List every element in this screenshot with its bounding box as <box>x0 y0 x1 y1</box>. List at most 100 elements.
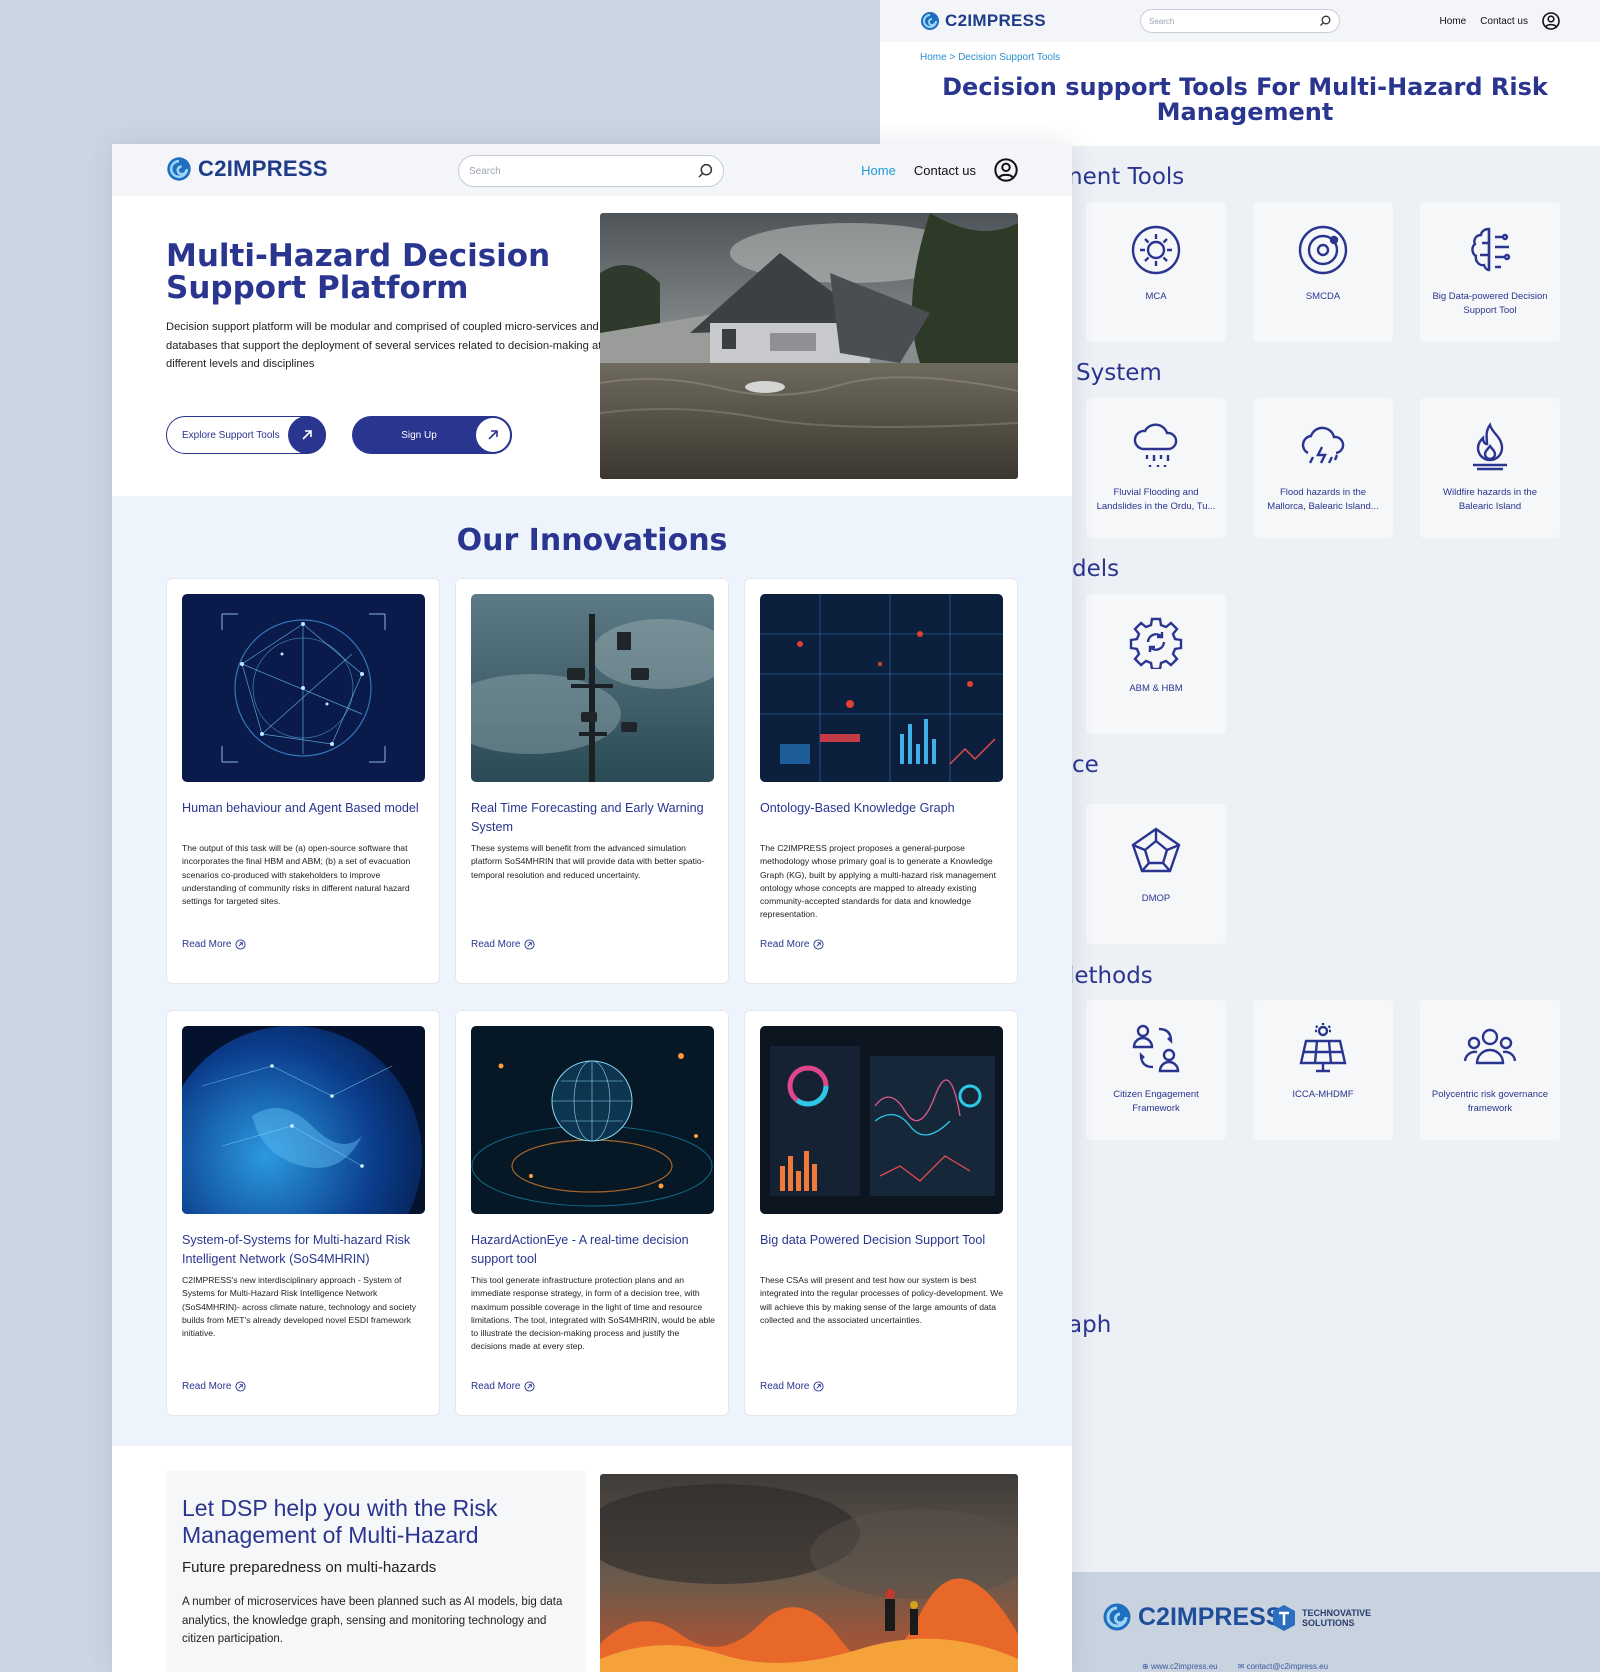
tool-label: DMOP <box>1141 893 1171 904</box>
tool-card-abm[interactable]: ABM & HBM <box>1086 594 1226 734</box>
tool-card-fluvial[interactable]: Fluvial Flooding and Landslides in the O… <box>1086 398 1226 538</box>
section-heading-graph: aph <box>1068 1312 1112 1338</box>
tool-card-polycentric[interactable]: Polycentric risk governance framework <box>1420 1000 1560 1140</box>
pentagon-icon <box>1129 824 1183 880</box>
tool-card-wildfire[interactable]: Wildfire hazards in the Balearic Island <box>1420 398 1560 538</box>
card-title: Real Time Forecasting and Early Warning … <box>471 801 704 834</box>
arrow-circle-icon <box>813 939 825 950</box>
partner-logo[interactable]: TECHNOVATIVE SOLUTIONS <box>1272 1604 1371 1632</box>
back-nav-home[interactable]: Home <box>1440 16 1467 27</box>
gear-sync-icon <box>1129 614 1183 670</box>
tool-card-bigdata[interactable]: Big Data-powered Decision Support Tool <box>1420 202 1560 342</box>
technovative-logo-icon <box>1272 1604 1296 1632</box>
innovation-card[interactable]: Human behaviour and Agent Based model Th… <box>166 578 440 984</box>
explore-support-tools-button[interactable]: Explore Support Tools <box>166 416 326 454</box>
logo[interactable]: C2IMPRESS <box>166 156 328 182</box>
read-more-link[interactable]: Read More <box>760 939 825 950</box>
search-icon[interactable] <box>1319 15 1331 27</box>
logo-text: C2IMPRESS <box>198 156 328 181</box>
tool-label: MCA <box>1145 291 1167 302</box>
read-more-link[interactable]: Read More <box>471 1381 536 1392</box>
analytics-screen-image <box>760 1026 1003 1214</box>
section-heading-tools: nent Tools <box>1068 164 1185 190</box>
warning-tower-image <box>471 594 714 782</box>
back-search-input[interactable]: Search <box>1140 9 1340 33</box>
footer-website[interactable]: ⊕ www.c2impress.eu <box>1142 1662 1218 1671</box>
page-title: Decision support Tools For Multi-Hazard … <box>942 73 1548 126</box>
tool-card-smcda[interactable]: SMCDA <box>1253 202 1393 342</box>
people-exchange-icon <box>1129 1020 1183 1076</box>
sign-up-button[interactable]: Sign Up <box>352 416 512 454</box>
arrow-circle-icon <box>235 1381 247 1392</box>
tool-card-flood-mallorca[interactable]: Flood hazards in the Mallorca, Balearic … <box>1253 398 1393 538</box>
back-title-zone: Home > Decision Support Tools Decision s… <box>880 42 1600 146</box>
read-more-link[interactable]: Read More <box>182 1381 247 1392</box>
innovations-section: Our Innovations Human behaviour and Agen… <box>112 496 1072 1446</box>
card-title: Human behaviour and Agent Based model <box>182 801 419 815</box>
logo-swirl-icon <box>166 156 192 182</box>
hero-description: Decision support platform will be modula… <box>166 321 602 370</box>
read-more-label: Read More <box>760 1381 810 1392</box>
tool-card-dmop[interactable]: DMOP <box>1086 804 1226 944</box>
tool-label: Big Data-powered Decision Support Tool <box>1432 291 1548 316</box>
footer-email[interactable]: ✉ contact@c2impress.eu <box>1238 1662 1328 1671</box>
flooded-house-image <box>600 213 1018 479</box>
read-more-label: Read More <box>182 939 232 950</box>
breadcrumb[interactable]: Home > Decision Support Tools <box>880 52 1600 63</box>
digital-globe-image <box>471 1026 714 1214</box>
back-header: C2IMPRESS Search Home Contact us <box>880 0 1600 42</box>
read-more-link[interactable]: Read More <box>471 939 536 950</box>
explore-arrow-wrap <box>288 416 326 454</box>
read-more-label: Read More <box>471 1381 521 1392</box>
footer-logo[interactable]: C2IMPRESS <box>1102 1602 1282 1632</box>
network-globe-image <box>182 594 425 782</box>
tool-label: Wildfire hazards in the Balearic Island <box>1443 487 1537 512</box>
footer-links: ⊕ www.c2impress.eu ✉ contact@c2impress.e… <box>1142 1662 1328 1671</box>
innovation-card[interactable]: Ontology-Based Knowledge Graph The C2IMP… <box>744 578 1018 984</box>
partner-line-2: SOLUTIONS <box>1302 1618 1355 1628</box>
logo-swirl-icon <box>920 11 940 31</box>
innovation-card[interactable]: Real Time Forecasting and Early Warning … <box>455 578 729 984</box>
card-title: Big data Powered Decision Support Tool <box>760 1233 986 1247</box>
back-logo[interactable]: C2IMPRESS <box>920 11 1046 31</box>
footer-logo-text: C2IMPRESS <box>1138 1602 1283 1631</box>
tool-card-mca[interactable]: MCA <box>1086 202 1226 342</box>
section-heading-ce: ce <box>1072 752 1099 778</box>
tool-label: Flood hazards in the Mallorca, Balearic … <box>1267 487 1379 512</box>
tool-label: ABM & HBM <box>1129 683 1183 694</box>
user-icon[interactable] <box>994 158 1018 182</box>
data-dashboard-image <box>760 594 1003 782</box>
search-input[interactable]: Search <box>458 155 724 187</box>
brain-icon <box>1463 222 1517 278</box>
read-more-label: Read More <box>182 1381 232 1392</box>
header: C2IMPRESS Search Home Contact us <box>112 144 1072 196</box>
read-more-link[interactable]: Read More <box>182 939 247 950</box>
search-icon[interactable] <box>697 163 713 179</box>
innovation-card[interactable]: HazardActionEye - A real-time decision s… <box>455 1010 729 1416</box>
read-more-label: Read More <box>760 939 810 950</box>
arrow-up-right-icon <box>486 428 500 442</box>
nav-home[interactable]: Home <box>861 163 896 178</box>
back-nav-contact[interactable]: Contact us <box>1480 16 1528 27</box>
orbit-icon <box>1296 222 1350 278</box>
back-nav: Home Contact us <box>1440 12 1561 30</box>
innovation-card[interactable]: System-of-Systems for Multi-hazard Risk … <box>166 1010 440 1416</box>
nav-contact[interactable]: Contact us <box>914 163 976 178</box>
read-more-label: Read More <box>471 939 521 950</box>
tool-label: SMCDA <box>1305 291 1341 302</box>
home-page: C2IMPRESS Search Home Contact us Multi-H… <box>112 144 1072 1672</box>
arrow-circle-icon <box>524 939 536 950</box>
section-heading-methods: lethods <box>1068 963 1153 989</box>
read-more-link[interactable]: Read More <box>760 1381 825 1392</box>
card-title: HazardActionEye - A real-time decision s… <box>471 1233 689 1266</box>
explore-label: Explore Support Tools <box>182 429 280 441</box>
solar-panel-icon <box>1296 1020 1350 1076</box>
tool-card-icca[interactable]: ICCA-MHDMF <box>1253 1000 1393 1140</box>
section-heading-system: System <box>1076 360 1162 386</box>
arrow-circle-icon <box>235 939 247 950</box>
arrow-circle-icon <box>813 1381 825 1392</box>
user-icon[interactable] <box>1542 12 1560 30</box>
innovation-card[interactable]: Big data Powered Decision Support Tool T… <box>744 1010 1018 1416</box>
signup-label: Sign Up <box>401 429 437 441</box>
tool-card-citizen[interactable]: Citizen Engagement Framework <box>1086 1000 1226 1140</box>
